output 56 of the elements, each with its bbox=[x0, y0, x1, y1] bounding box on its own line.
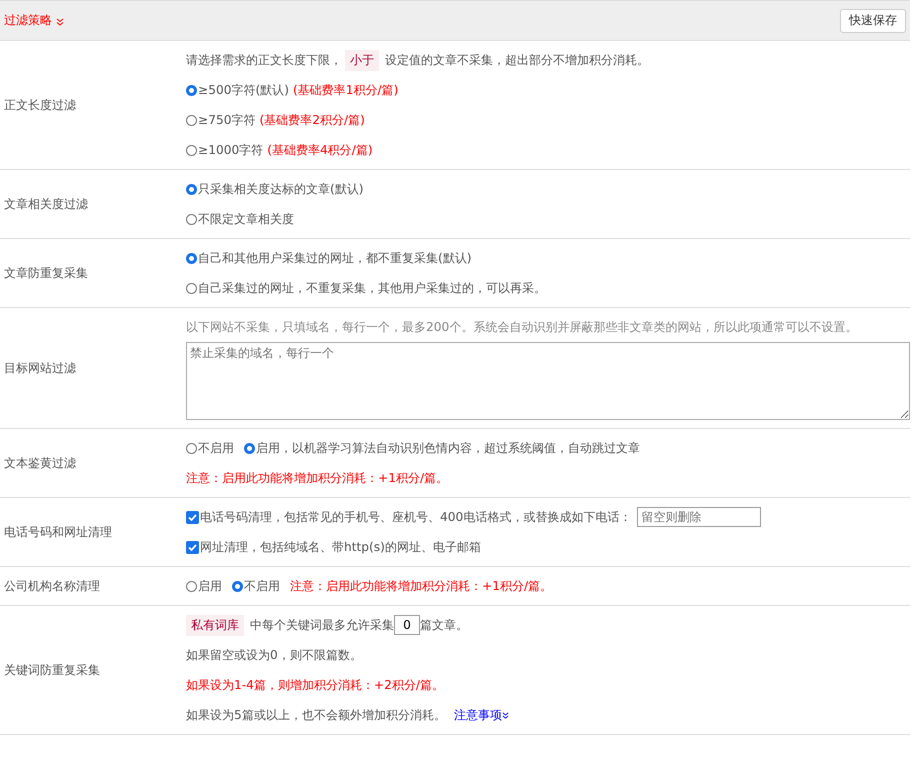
field-label: 文本鉴黄过滤 bbox=[4, 454, 76, 472]
fee-text: (基础费率2积分/篇) bbox=[259, 112, 365, 128]
hint-text: 篇文章。 bbox=[420, 616, 468, 634]
domain-textarea[interactable]: 禁止采集的域名，每行一个 bbox=[186, 342, 910, 420]
option-label[interactable]: ≥750字符 bbox=[198, 112, 256, 128]
option-label[interactable]: 启用，以机器学习算法自动识别色情内容，超过系统阈值，自动跳过文章 bbox=[256, 440, 640, 456]
hint-text: 设定值的文章不采集，超出部分不增加积分消耗。 bbox=[385, 52, 649, 68]
field-label: 目标网站过滤 bbox=[4, 360, 76, 376]
radio-button[interactable] bbox=[186, 214, 197, 224]
option-label[interactable]: ≥500字符(默认) bbox=[198, 82, 289, 98]
notes-link[interactable]: 注意事项 bbox=[454, 706, 502, 724]
radio-button[interactable] bbox=[244, 442, 255, 454]
option-label[interactable]: 自己采集过的网址，不重复采集，其他用户采集过的，可以再采。 bbox=[198, 280, 546, 296]
hint-text: 如果设为1-4篇，则增加积分消耗：+2积分/篇。 bbox=[186, 676, 444, 694]
chevron-down-icon[interactable] bbox=[56, 18, 64, 26]
hint-text: 以下网站不采集，只填域名，每行一个，最多200个。系统会自动识别并屏蔽那些非文章类的网站，所以此项通常可以不设置。 bbox=[186, 319, 858, 336]
field-label: 电话号码和网址清理 bbox=[4, 524, 112, 540]
checkbox[interactable] bbox=[186, 510, 199, 524]
radio-button[interactable] bbox=[186, 84, 197, 96]
chevron-down-icon[interactable] bbox=[502, 712, 509, 718]
hint-text: 如果设为5篇或以上，也不会额外增加积分消耗。 bbox=[186, 706, 446, 724]
field-label: 文章相关度过滤 bbox=[4, 196, 88, 212]
option-label[interactable]: 不限定文章相关度 bbox=[198, 210, 294, 228]
option-label[interactable]: 不启用 bbox=[198, 440, 234, 456]
tag: 小于 bbox=[345, 50, 379, 70]
radio-button[interactable] bbox=[186, 442, 197, 454]
field-label: 文章防重复采集 bbox=[4, 264, 88, 282]
radio-button[interactable] bbox=[186, 580, 197, 592]
warning-text: 注意：启用此功能将增加积分消耗：+1积分/篇。 bbox=[186, 470, 448, 486]
radio-button[interactable] bbox=[186, 114, 197, 126]
radio-button[interactable] bbox=[186, 252, 197, 264]
field-label: 关键词防重复采集 bbox=[4, 662, 100, 678]
option-label[interactable]: 电话号码清理，包括常见的手机号、座机号、400电话格式，或替换成如下电话： bbox=[200, 508, 632, 526]
field-label: 正文长度过滤 bbox=[4, 96, 76, 114]
option-label[interactable]: 不启用 bbox=[244, 578, 280, 594]
warning-text: 注意：启用此功能将增加积分消耗：+1积分/篇。 bbox=[290, 578, 552, 594]
radio-button[interactable] bbox=[186, 144, 197, 156]
hint-text: 中每个关键词最多允许采集 bbox=[250, 616, 394, 634]
fee-text: (基础费率1积分/篇) bbox=[292, 82, 398, 98]
checkbox[interactable] bbox=[186, 540, 199, 554]
option-label[interactable]: 只采集相关度达标的文章(默认) bbox=[198, 180, 364, 198]
tag: 私有词库 bbox=[186, 614, 244, 636]
option-label[interactable]: 网址清理，包括纯域名、带http(s)的网址、电子邮箱 bbox=[200, 538, 481, 556]
field-label: 公司机构名称清理 bbox=[4, 578, 100, 594]
option-label[interactable]: ≥1000字符 bbox=[198, 142, 264, 158]
radio-button[interactable] bbox=[186, 282, 197, 294]
option-label[interactable]: 自己和其他用户采集过的网址，都不重复采集(默认) bbox=[198, 250, 472, 266]
hint-text: 请选择需求的正文长度下限， bbox=[186, 52, 342, 68]
radio-button[interactable] bbox=[232, 580, 243, 592]
option-label[interactable]: 启用 bbox=[198, 578, 222, 594]
fee-text: (基础费率4积分/篇) bbox=[267, 142, 373, 158]
hint-text: 如果留空或设为0，则不限篇数。 bbox=[186, 646, 362, 664]
save-button[interactable]: 快速保存 bbox=[840, 8, 906, 32]
count-input[interactable]: 0 bbox=[394, 615, 420, 635]
radio-button[interactable] bbox=[186, 184, 197, 194]
phone-input[interactable]: 留空则删除 bbox=[637, 507, 762, 527]
